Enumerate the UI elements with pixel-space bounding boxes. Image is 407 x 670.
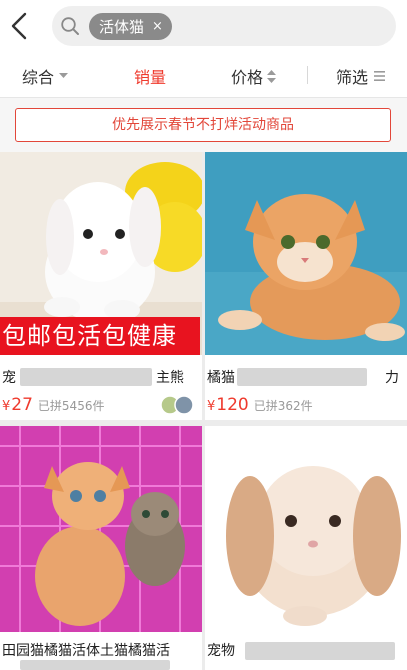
product-image xyxy=(0,426,202,632)
product-card[interactable]: 包邮包活包健康 宠 主熊 ¥ 27 已拼5456件 xyxy=(0,152,202,420)
product-title: 橘猫 xyxy=(207,370,235,386)
product-title: 田园猫橘猫活体土猫橘猫活 xyxy=(2,643,170,659)
sort-price[interactable]: 价格 xyxy=(231,64,277,88)
search-box[interactable]: 活体猫 × xyxy=(52,6,396,46)
search-header: 活体猫 × xyxy=(0,0,407,52)
product-title-start: 宠 xyxy=(2,370,16,386)
sort-sales[interactable]: 销量 xyxy=(134,64,166,88)
price-value: 120 xyxy=(216,395,249,415)
sort-divider xyxy=(307,66,308,84)
search-tag-label: 活体猫 xyxy=(99,18,145,36)
sold-count: 已拼5456件 xyxy=(37,399,105,413)
buyer-avatars-icon xyxy=(160,395,194,415)
sort-updown-icon xyxy=(267,69,277,83)
sort-filter[interactable]: 筛选 xyxy=(336,64,386,88)
currency-symbol: ¥ xyxy=(2,399,11,414)
product-card[interactable]: 橘猫 力 ¥ 120 已拼362件 xyxy=(205,152,407,420)
promo-area: 优先展示春节不打烊活动商品 xyxy=(0,98,407,152)
redacted-text xyxy=(245,642,395,660)
product-title: 宠 xyxy=(2,367,16,387)
back-arrow-icon[interactable] xyxy=(8,11,32,41)
filter-list-icon xyxy=(374,71,386,81)
redacted-text xyxy=(237,368,367,386)
product-title-end: 力 xyxy=(385,370,399,386)
dropdown-caret-icon xyxy=(59,73,69,78)
sort-comprehensive[interactable]: 综合 xyxy=(22,64,69,88)
product-card[interactable]: 田园猫橘猫活体土猫橘猫活 xyxy=(0,426,202,670)
clear-tag-icon[interactable]: × xyxy=(152,19,163,34)
product-image xyxy=(205,426,407,632)
sort-sales-label: 销量 xyxy=(134,68,167,87)
product-card[interactable]: 宠物 xyxy=(205,426,407,670)
product-price: ¥ 27 已拼5456件 xyxy=(2,395,104,415)
search-icon xyxy=(61,17,79,35)
product-title-end: 主熊 xyxy=(156,370,184,386)
price-value: 27 xyxy=(11,395,33,415)
sold-count: 已拼362件 xyxy=(253,399,313,413)
sort-filter-label: 筛选 xyxy=(336,68,369,87)
sort-price-label: 价格 xyxy=(231,68,264,87)
currency-symbol: ¥ xyxy=(207,399,216,414)
redacted-text xyxy=(20,368,152,386)
search-tag-chip[interactable]: 活体猫 × xyxy=(89,13,172,40)
redacted-text xyxy=(20,660,170,670)
product-price: ¥ 120 已拼362件 xyxy=(207,395,313,415)
promo-ribbon: 包邮包活包健康 xyxy=(0,317,200,355)
product-image xyxy=(205,152,407,355)
promo-banner[interactable]: 优先展示春节不打烊活动商品 xyxy=(15,108,391,142)
sort-comprehensive-label: 综合 xyxy=(22,68,55,87)
product-title: 宠物 xyxy=(207,643,235,659)
sort-bar: 综合 销量 价格 筛选 xyxy=(0,52,407,98)
